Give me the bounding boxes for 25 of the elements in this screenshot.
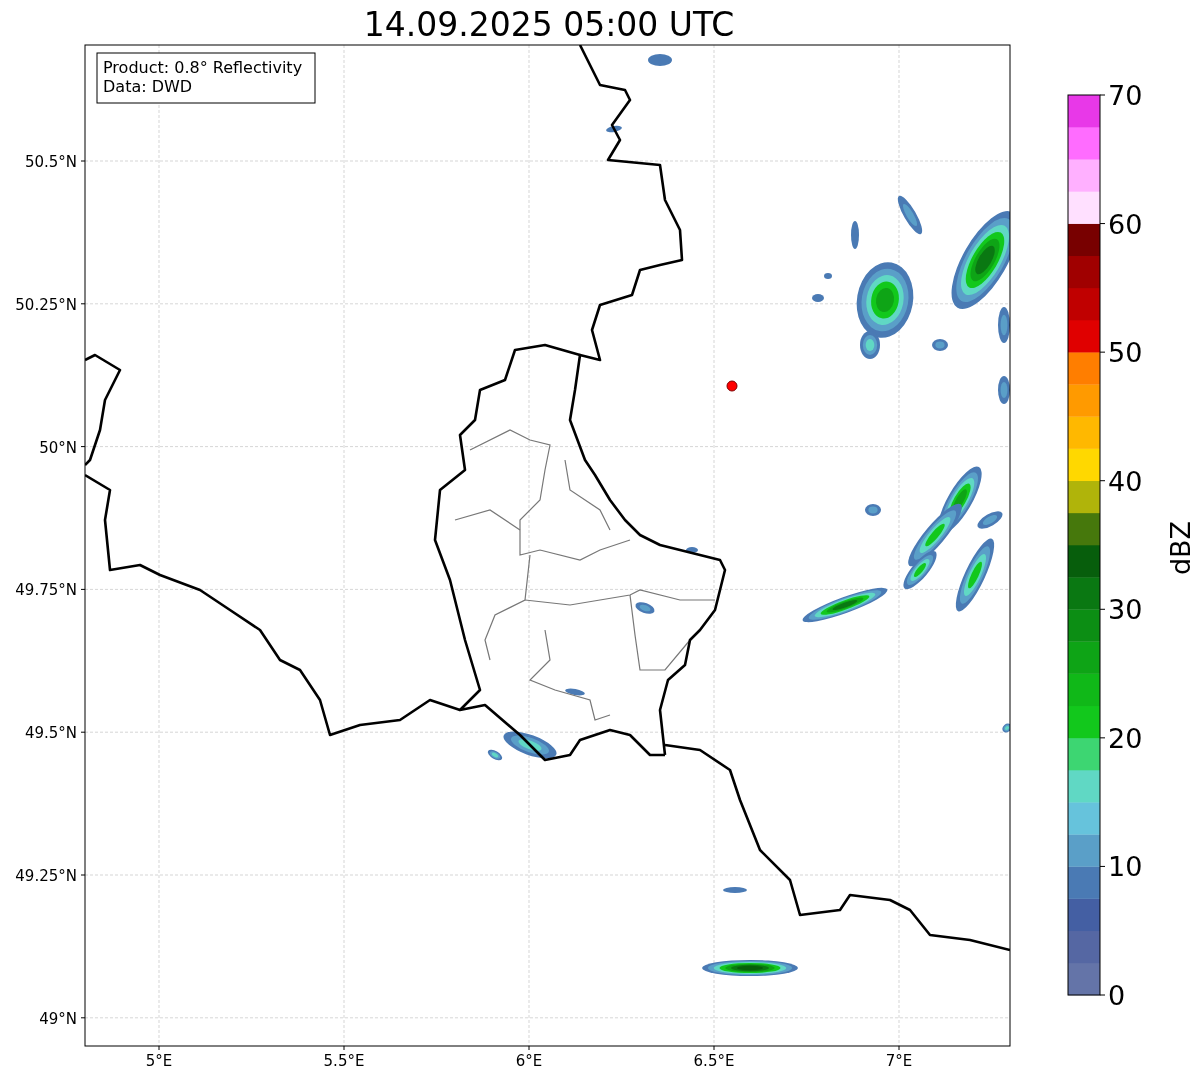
axis-tick-label: 50.5°N — [24, 153, 77, 171]
colorbar-tick-label: 60 — [1108, 208, 1143, 240]
axis-tick-label: 49.25°N — [15, 867, 77, 885]
axis-tick-label: 6.5°E — [693, 1052, 735, 1070]
axis-tick-label: 50°N — [39, 438, 77, 457]
colorbar-tick-label: 0 — [1108, 980, 1126, 1011]
axis-tick-label: 49°N — [39, 1009, 77, 1028]
axis-tick-label: 50.25°N — [15, 295, 77, 314]
axis-tick-label: 49.75°N — [15, 581, 77, 600]
axis-tick-label: 6°E — [515, 1052, 543, 1070]
axis-tick-label: 5°E — [145, 1052, 173, 1070]
colorbar-tick-label: 70 — [1108, 80, 1143, 111]
figure-title: 14.09.2025 05:00 UTC — [362, 4, 736, 44]
colorbar-label: dBZ — [1165, 520, 1196, 576]
colorbar-tick-label: 20 — [1108, 722, 1143, 754]
colorbar-tick-label: 50 — [1108, 337, 1143, 369]
axis-tick-label: 7°E — [885, 1052, 913, 1070]
colorbar-tick-label: 10 — [1108, 851, 1143, 883]
location-marker — [726, 380, 738, 392]
info-text: Product: 0.8° Reflectivity — [103, 58, 303, 77]
axis-tick-label: 49.5°N — [24, 724, 77, 743]
info-text: Data: DWD — [103, 77, 193, 96]
axis-tick-label: 5.5°E — [323, 1052, 365, 1070]
colorbar-tick-label: 30 — [1108, 594, 1143, 626]
colorbar-tick-label: 40 — [1108, 465, 1143, 497]
